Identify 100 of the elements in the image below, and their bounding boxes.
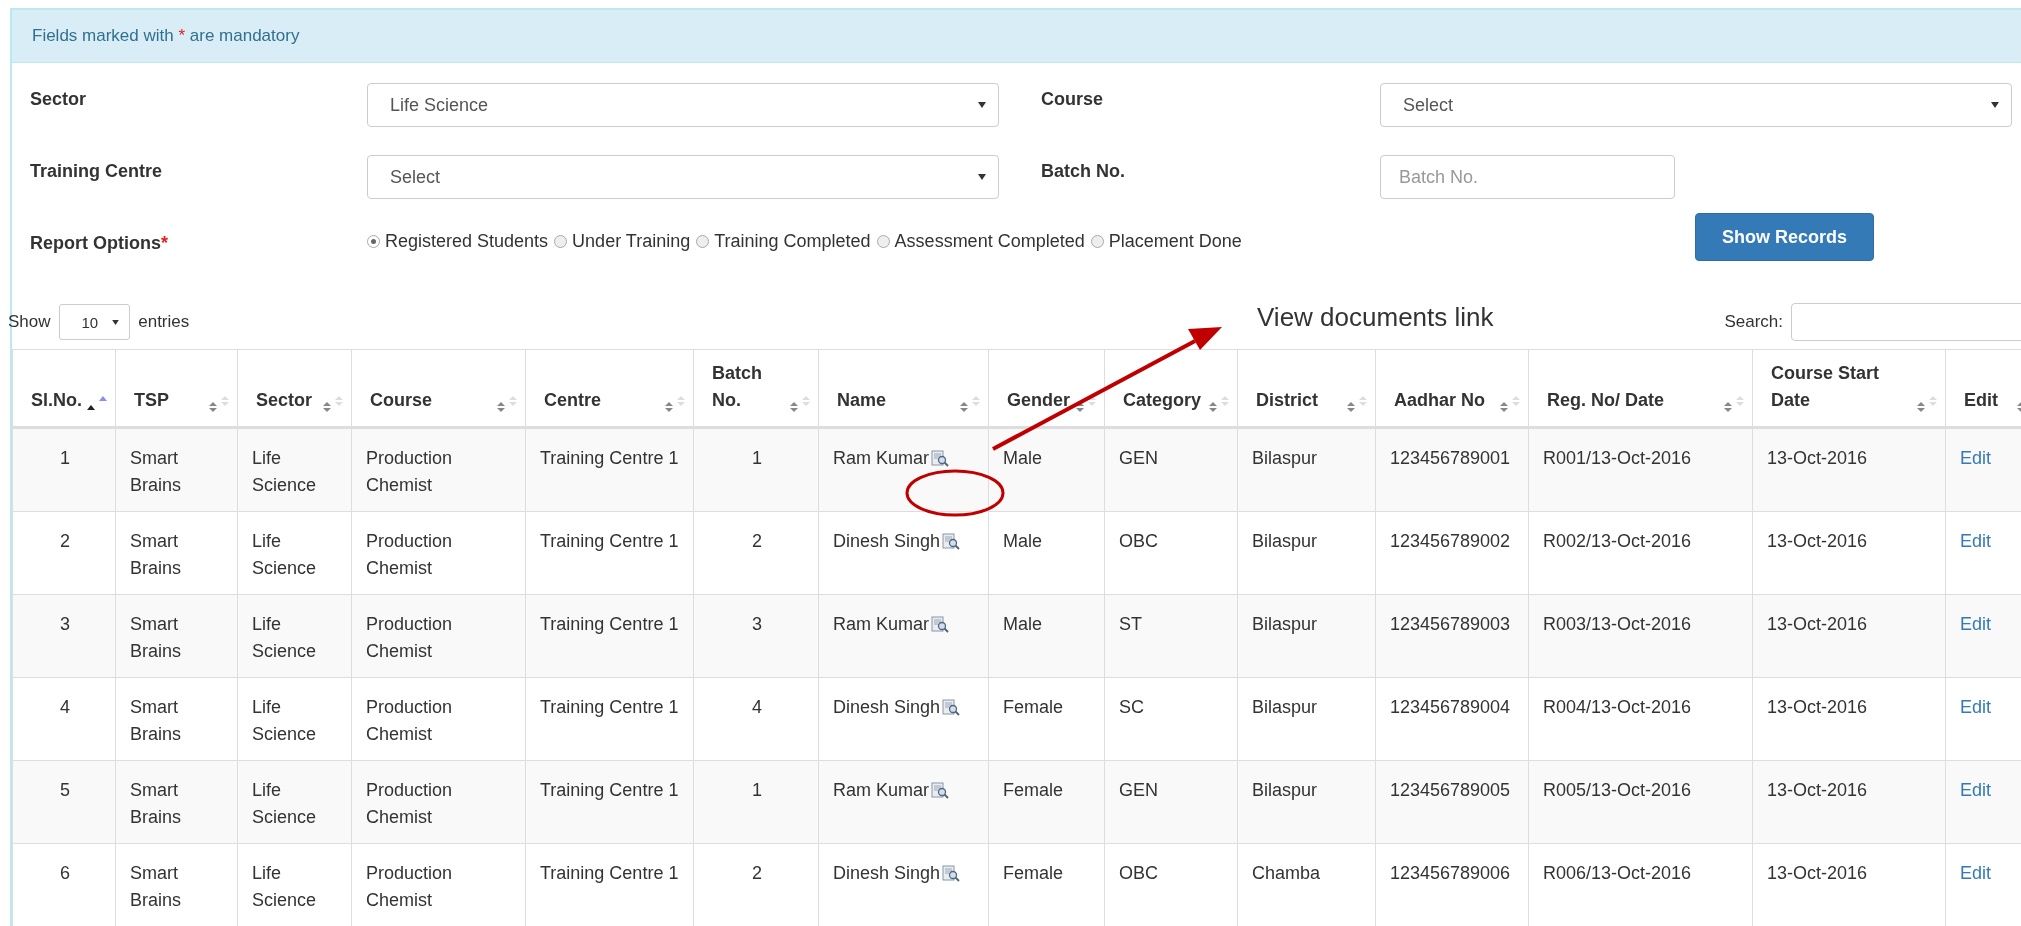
select-field[interactable]: Life Science — [367, 83, 999, 127]
annotation-text: View documents link — [1257, 302, 1494, 333]
table-cell: Life Science — [252, 863, 317, 910]
document-search-icon[interactable] — [931, 449, 950, 468]
radio-option[interactable]: Placement Done — [1090, 231, 1242, 252]
table-cell: GEN — [1119, 780, 1158, 800]
table-cell: Training Centre 1 — [540, 531, 679, 551]
table-cell: 4 — [752, 697, 762, 717]
table-cell: 123456789002 — [1390, 531, 1511, 551]
table-cell: R006/13-Oct-2016 — [1543, 863, 1692, 883]
table-cell: R005/13-Oct-2016 — [1543, 780, 1692, 800]
table-cell: Production Chemist — [366, 863, 453, 910]
search-field[interactable] — [1791, 303, 2021, 341]
document-search-icon[interactable] — [931, 781, 950, 800]
table-cell: 123456789003 — [1390, 614, 1511, 634]
table-cell: Smart Brains — [130, 863, 182, 910]
entries-label: entries — [138, 312, 190, 332]
batch-input-field[interactable]: Batch No. — [1380, 155, 1675, 199]
table-cell: Training Centre 1 — [540, 697, 679, 717]
entries-select[interactable]: 10 — [58, 304, 131, 340]
table-cell-text: Ram Kumar — [833, 779, 930, 802]
table-cell: Female — [1003, 697, 1064, 717]
table-cell: Bilaspur — [1252, 531, 1318, 551]
table-cell: Production Chemist — [366, 448, 453, 495]
table-cell: 1 — [752, 780, 762, 800]
document-search-icon[interactable] — [942, 698, 961, 717]
table-cell: 123456789006 — [1390, 863, 1511, 883]
table-cell: Training Centre 1 — [540, 614, 679, 634]
table-cell: Female — [1003, 863, 1064, 883]
table-cell-text: Ram Kumar — [833, 447, 930, 470]
table-cell: Smart Brains — [130, 780, 182, 827]
table-cell: GEN — [1119, 448, 1158, 468]
show-records-button[interactable]: Show Records — [1695, 213, 1875, 261]
table-cell: 2 — [752, 863, 762, 883]
table-cell-text: Ram Kumar — [833, 613, 930, 636]
caret-icon — [112, 319, 120, 325]
table-cell: Bilaspur — [1252, 697, 1318, 717]
document-search-icon[interactable] — [942, 532, 961, 551]
table-cell: Training Centre 1 — [540, 780, 679, 800]
table-cell: Bilaspur — [1252, 780, 1318, 800]
table-cell: Production Chemist — [366, 614, 453, 661]
notice-text: Fields marked with * are mandatory — [32, 26, 300, 45]
table-cell: 3 — [752, 614, 762, 634]
table-cell: 2 — [752, 531, 762, 551]
table-cell: Production Chemist — [366, 780, 453, 827]
table-cell: 3 — [60, 614, 70, 634]
table-cell: Life Science — [252, 697, 317, 744]
select-field[interactable]: Select — [367, 155, 999, 199]
document-search-icon[interactable] — [942, 864, 961, 883]
table-cell: 13-Oct-2016 — [1767, 863, 1868, 883]
table-cell-text: Dinesh Singh — [833, 696, 941, 719]
table-cell: OBC — [1119, 863, 1158, 883]
table-cell: R001/13-Oct-2016 — [1543, 448, 1692, 468]
table-cell: Production Chemist — [366, 697, 453, 744]
table-cell: Bilaspur — [1252, 448, 1318, 468]
radio-option[interactable]: Registered Students — [367, 231, 549, 252]
table-cell: Smart Brains — [130, 614, 182, 661]
show-label: Show — [8, 312, 51, 332]
field-label: Course — [1040, 88, 1104, 110]
table-cell: Training Centre 1 — [540, 863, 679, 883]
table-cell: Male — [1003, 448, 1042, 468]
table-cell: 123456789005 — [1390, 780, 1511, 800]
edit-link[interactable]: Edit — [1960, 448, 1992, 468]
table-cell: Chamba — [1252, 863, 1321, 883]
edit-link[interactable]: Edit — [1960, 780, 1992, 800]
table-cell: 123456789004 — [1390, 697, 1511, 717]
radio-option[interactable]: Training Completed — [696, 231, 871, 252]
table-cell: Female — [1003, 780, 1064, 800]
table-cell: 1 — [752, 448, 762, 468]
table-cell: Bilaspur — [1252, 614, 1318, 634]
document-search-icon[interactable] — [931, 615, 950, 634]
edit-link[interactable]: Edit — [1960, 531, 1992, 551]
table-cell: Smart Brains — [130, 448, 182, 495]
table-cell: 1 — [60, 448, 70, 468]
radio-option[interactable]: Assessment Completed — [876, 231, 1085, 252]
table-cell: Smart Brains — [130, 531, 182, 578]
field-label: Training Centre — [30, 160, 164, 182]
table-cell: Life Science — [252, 531, 317, 578]
table-cell: R004/13-Oct-2016 — [1543, 697, 1692, 717]
table-cell: 4 — [60, 697, 70, 717]
table-cell: Male — [1003, 531, 1042, 551]
table-cell: Life Science — [252, 448, 317, 495]
table-cell: Life Science — [252, 780, 317, 827]
table-cell: 13-Oct-2016 — [1767, 531, 1868, 551]
field-label: Sector — [30, 88, 88, 110]
table-cell: 13-Oct-2016 — [1767, 697, 1868, 717]
radio-option[interactable]: Under Training — [554, 231, 691, 252]
select-field[interactable]: Select — [1380, 83, 2012, 127]
caret-icon — [1991, 102, 1999, 108]
table-cell: Life Science — [252, 614, 317, 661]
caret-icon — [978, 174, 986, 180]
table-cell: Male — [1003, 614, 1042, 634]
edit-link[interactable]: Edit — [1960, 614, 1992, 634]
edit-link[interactable]: Edit — [1960, 863, 1992, 883]
edit-link[interactable]: Edit — [1960, 697, 1992, 717]
table-cell: 123456789001 — [1390, 448, 1511, 468]
table-cell-text: Dinesh Singh — [833, 530, 941, 553]
table-cell: Training Centre 1 — [540, 448, 679, 468]
table-cell-text: Dinesh Singh — [833, 862, 941, 885]
table-cell: R002/13-Oct-2016 — [1543, 531, 1692, 551]
